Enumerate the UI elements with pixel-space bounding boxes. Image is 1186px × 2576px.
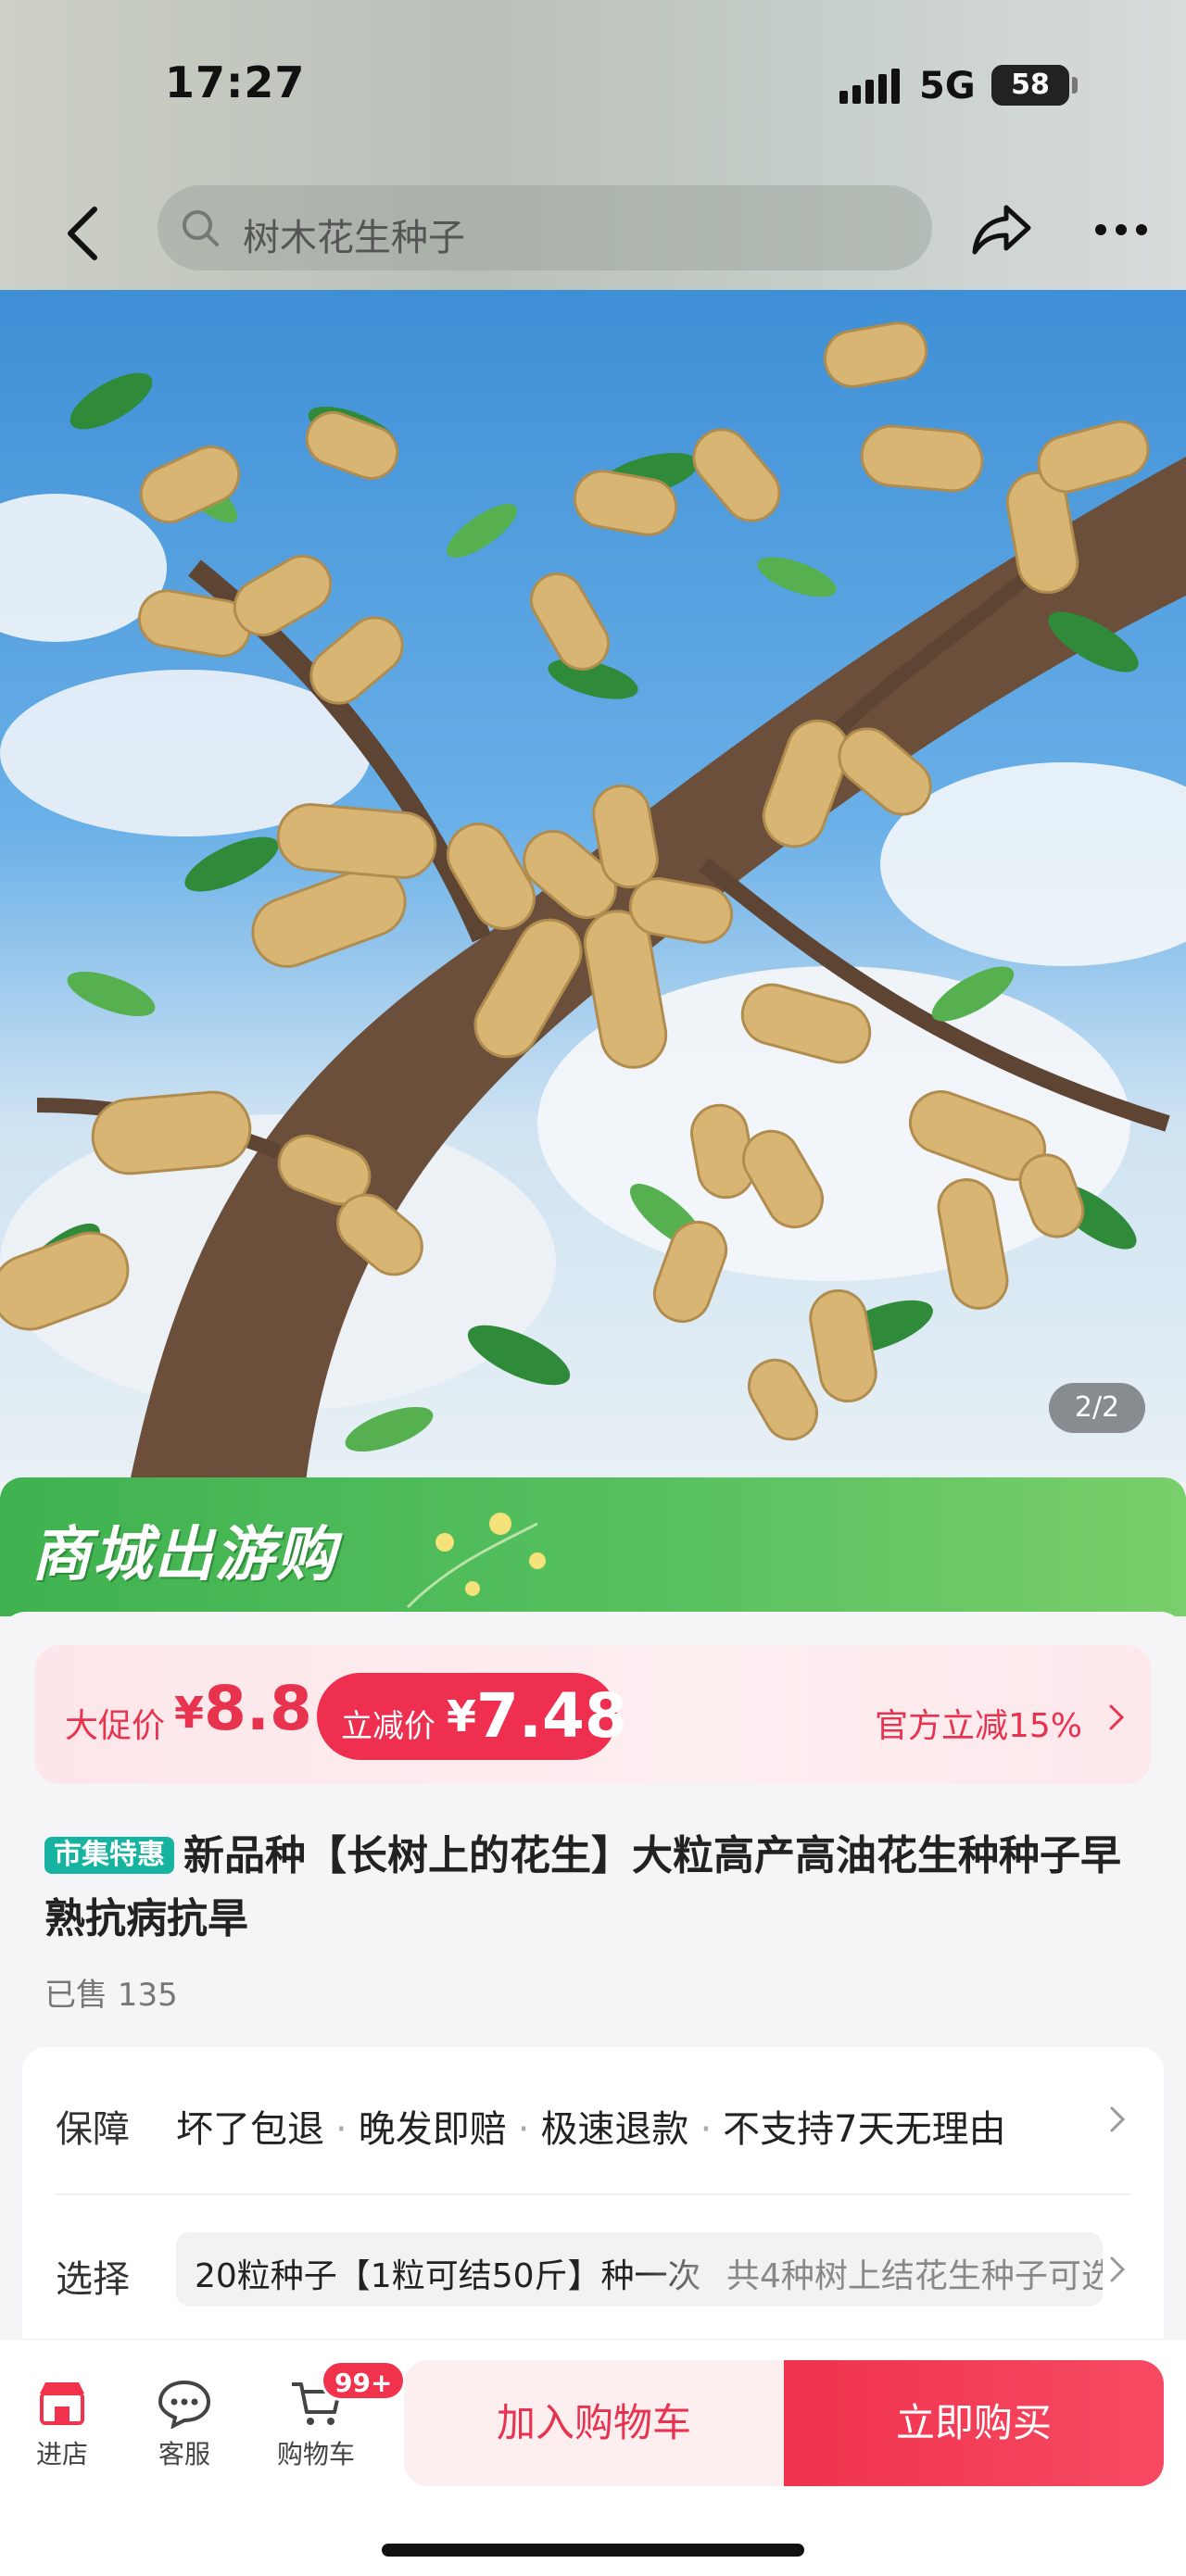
guarantee-item: 不支持7天无理由 (723, 2108, 1006, 2151)
home-indicator[interactable] (382, 2544, 804, 2557)
page-indicator: 2/2 (1049, 1383, 1145, 1433)
sold-count: 已售 135 (44, 1977, 178, 2014)
service-tab[interactable]: 客服 (133, 2377, 235, 2471)
battery-icon: 58 (991, 65, 1069, 106)
status-time: 17:27 (165, 57, 306, 107)
banner-title: 商城出游购 (32, 1521, 337, 1590)
add-to-cart-button[interactable]: 加入购物车 (404, 2360, 784, 2486)
price-box[interactable]: 大促价 ¥ 8.8 立减价 ¥ 7.48 官方立减15% (35, 1645, 1151, 1784)
official-discount-text: 官方立减15% (875, 1707, 1083, 1745)
signal-icon (839, 69, 901, 104)
service-info-box: 保障 坏了包退 · 晚发即赔 · 极速退款 · 不支持7天无理由 选择 20粒种子【1粒可结… (22, 2047, 1164, 2362)
flower-icon (406, 1513, 546, 1609)
promo-banner[interactable]: 商城出游购 (0, 1477, 1186, 1616)
more-icon[interactable] (1093, 222, 1149, 237)
chevron-right-icon (1109, 1704, 1125, 1730)
chat-icon (158, 2380, 211, 2429)
promo-price-label: 大促价 (65, 1707, 166, 1745)
back-icon[interactable] (57, 196, 113, 270)
product-title: 市集特惠 新品种【长树上的花生】大粒高产高油花生种种子早熟抗病抗旱 (44, 1825, 1156, 1951)
network-type: 5G (919, 65, 976, 107)
choice-extra: 共4种树上结花生种子可选 (723, 2249, 1103, 2297)
choice-option[interactable]: 20粒种子【1粒可结50斤】种一次 共4种树上结花生种子可选 (176, 2232, 1103, 2306)
product-info-card: 大促价 ¥ 8.8 立减价 ¥ 7.48 官方立减15% 市集特惠 新品种【长树上… (0, 1612, 1186, 2362)
divider (56, 2193, 1130, 2195)
product-image[interactable]: 2/2 (0, 290, 1186, 1482)
promo-currency: ¥ (174, 1688, 205, 1738)
discount-price-pill: 立减价 ¥ 7.48 (317, 1673, 627, 1760)
choice-label: 选择 (56, 2258, 130, 2301)
store-label: 进店 (35, 2439, 88, 2469)
store-tab[interactable]: 进店 (11, 2377, 113, 2471)
chevron-right-icon (1110, 2256, 1126, 2282)
buy-now-button[interactable]: 立即购买 (784, 2360, 1164, 2486)
discount-price-label: 立减价 (341, 1708, 435, 1745)
discount-price: 7.48 (476, 1680, 627, 1752)
cart-badge: 99+ (321, 2360, 407, 2401)
battery-cap (1072, 77, 1078, 94)
promo-price: 8.8 (204, 1673, 312, 1744)
search-query: 树木花生种子 (243, 217, 465, 259)
market-tag: 市集特惠 (44, 1837, 174, 1874)
chevron-right-icon (1110, 2106, 1126, 2132)
guarantee-item: 极速退款 (540, 2108, 689, 2151)
store-icon (40, 2382, 84, 2425)
top-header: 17:27 5G 58 树木花生种子 (0, 0, 1186, 290)
guarantee-items: 坏了包退 · 晚发即赔 · 极速退款 · 不支持7天无理由 (176, 2108, 1006, 2151)
cart-label: 购物车 (276, 2439, 355, 2469)
guarantee-item: 晚发即赔 (358, 2108, 507, 2151)
bottom-action-bar: 进店 客服 购物车 99+ 加入购物车 立即购买 (0, 2339, 1186, 2576)
product-title-text: 新品种【长树上的花生】大粒高产高油花生种种子早熟抗病抗旱 (44, 1832, 1121, 1942)
search-icon (183, 210, 219, 246)
choice-selected: 20粒种子【1粒可结50斤】种一次 (195, 2257, 701, 2295)
search-bar[interactable]: 树木花生种子 (158, 185, 932, 270)
service-label: 客服 (158, 2439, 210, 2469)
share-icon[interactable] (969, 198, 1036, 259)
guarantee-label: 保障 (56, 2108, 130, 2151)
peanut-tree-illustration (0, 321, 1186, 1482)
guarantee-item: 坏了包退 (176, 2108, 324, 2151)
discount-currency: ¥ (447, 1691, 477, 1741)
